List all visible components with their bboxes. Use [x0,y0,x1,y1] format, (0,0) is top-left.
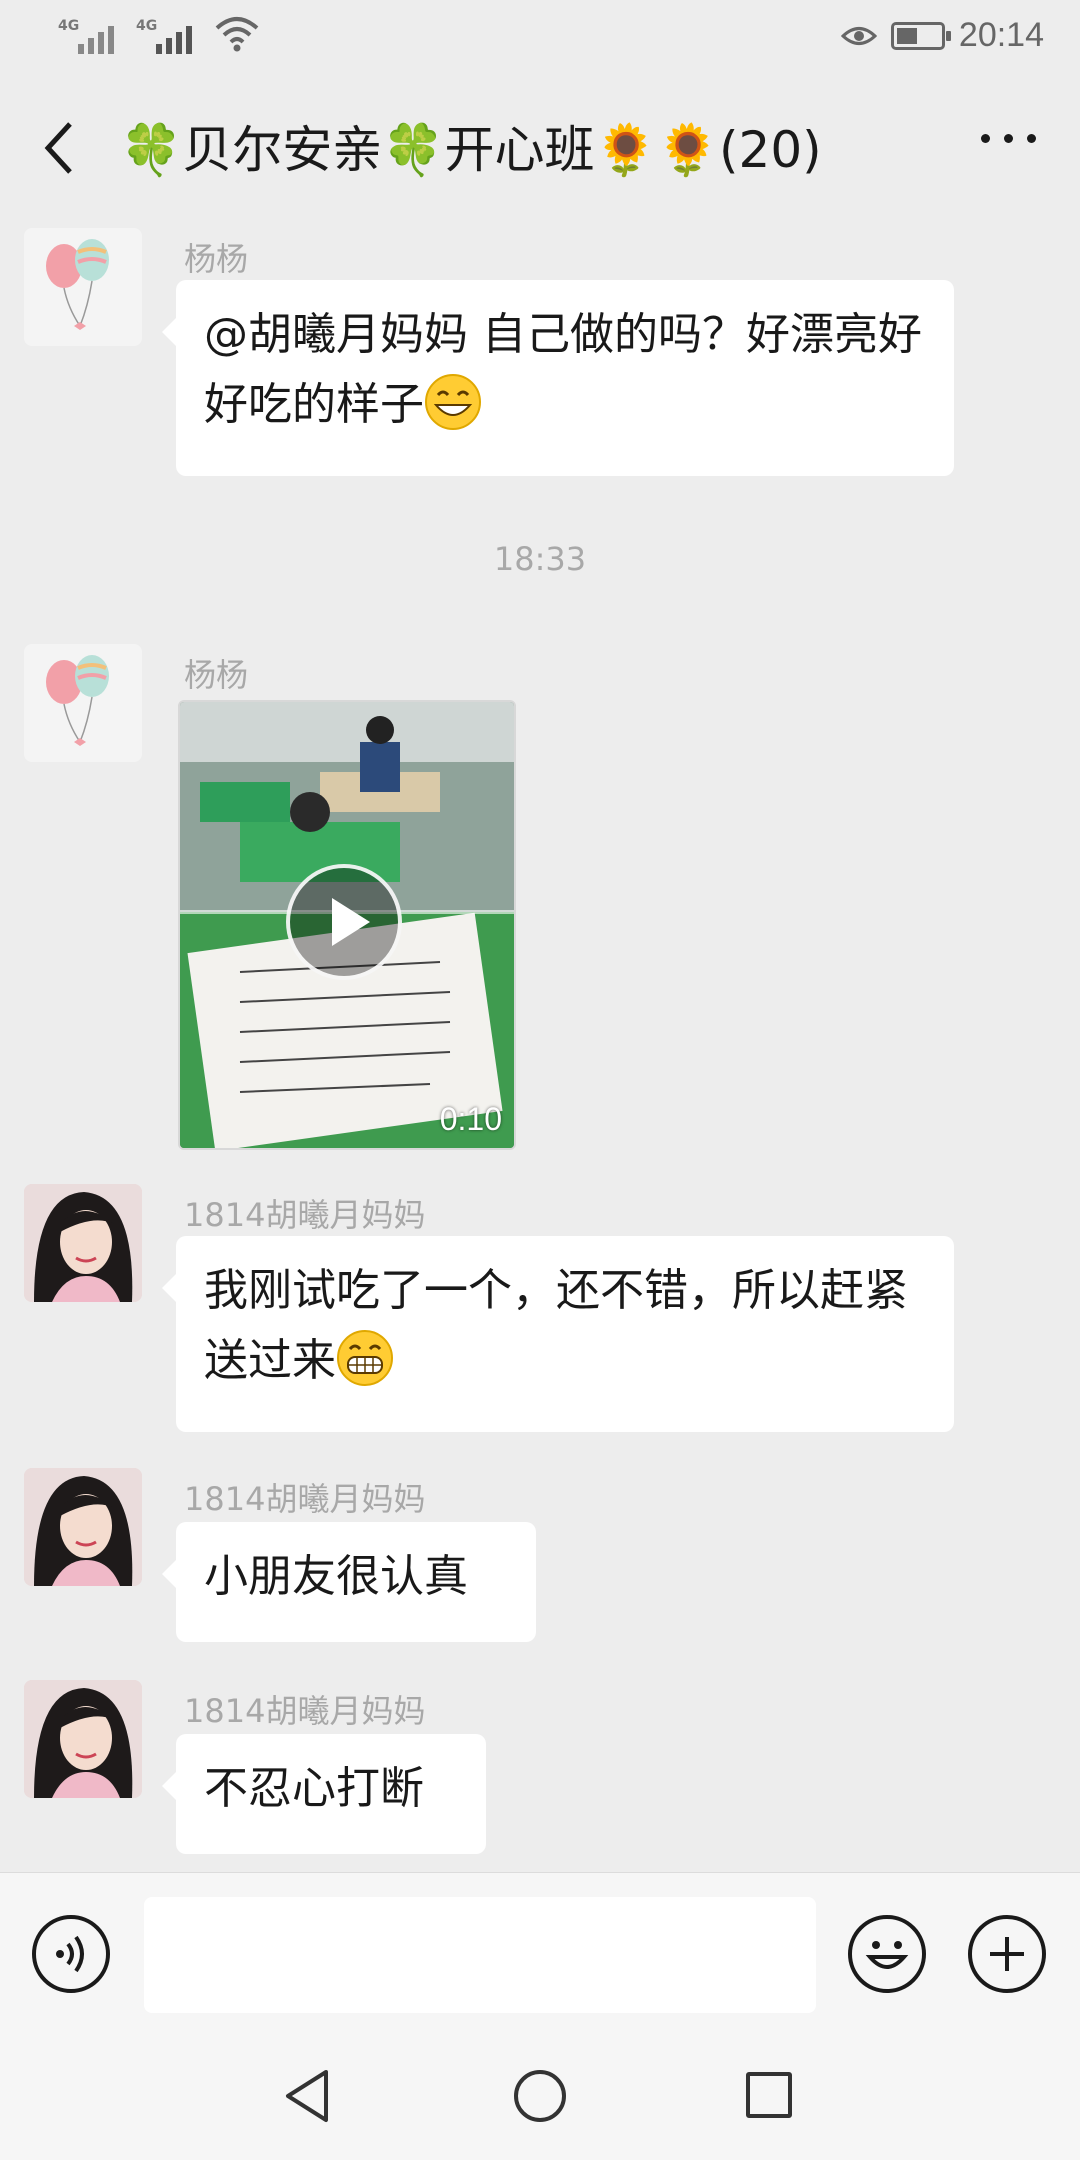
message-text: 我刚试吃了一个，还不错，所以赶紧送过来 [204,1265,908,1386]
chat-header: 🍀贝尔安亲🍀开心班🌻🌻(20) [0,72,1080,216]
video-duration: 0:10 [439,1101,502,1137]
avatar[interactable] [24,1680,142,1798]
emoji-icon[interactable] [848,1915,926,1993]
grin-emoji-icon [337,1330,393,1386]
signal-strength-icon: 4G [58,14,114,54]
signal-indicators: 4G 4G [58,14,260,54]
network-type-label: 4G [136,18,158,34]
sender-name: 1814胡曦月妈妈 [184,1692,426,1730]
sender-name: 1814胡曦月妈妈 [184,1480,426,1518]
sender-name: 杨杨 [184,656,249,694]
sender-name: 1814胡曦月妈妈 [184,1196,426,1234]
chat-title: 🍀贝尔安亲🍀开心班🌻🌻(20) [120,121,822,179]
chat-timestamp: 18:33 [493,540,587,578]
woman-avatar-icon [24,1468,142,1586]
woman-avatar-icon [24,1680,142,1798]
chevron-left-icon[interactable] [40,118,80,178]
avatar[interactable] [24,1468,142,1586]
plus-icon[interactable] [968,1915,1046,1993]
voice-icon[interactable] [32,1915,110,1993]
message-bubble[interactable]: 小朋友很认真 [162,1522,536,1642]
eye-comfort-icon [840,26,877,45]
avatar[interactable] [24,644,142,762]
sender-name: 杨杨 [184,240,249,278]
nav-back-icon[interactable] [282,2068,332,2124]
video-message[interactable]: 0:10 [178,700,516,1150]
battery-icon [890,21,951,50]
balloon-avatar-icon [46,239,109,330]
status-bar: 4G 4G 20:14 [0,0,1080,72]
network-type-label: 4G [58,18,80,34]
message-text: @胡曦月妈妈 自己做的吗？好漂亮好好吃的样子 [204,309,922,430]
avatar[interactable] [24,1184,142,1302]
message-bubble[interactable]: @胡曦月妈妈 自己做的吗？好漂亮好好吃的样子 [162,280,954,476]
more-dots-icon[interactable] [981,134,1036,143]
message-text: 小朋友很认真 [204,1551,468,1602]
nav-home-icon[interactable] [514,2070,566,2122]
message-bubble[interactable]: 不忍心打断 [162,1734,486,1854]
balloon-avatar-icon [46,655,109,746]
message-text: 不忍心打断 [204,1763,424,1814]
signal-strength-icon: 4G [136,14,192,54]
smile-emoji-icon [425,374,481,430]
status-time: 20:14 [958,16,1044,54]
avatar[interactable] [24,228,142,346]
status-right: 20:14 [840,16,1044,55]
message-bubble[interactable]: 我刚试吃了一个，还不错，所以赶紧送过来 [162,1236,954,1432]
input-bar [0,1872,1080,2033]
wifi-icon [215,17,259,52]
system-nav-bar [0,2032,1080,2160]
play-icon[interactable] [286,864,402,980]
woman-avatar-icon [24,1184,142,1302]
message-input[interactable] [144,1897,816,2013]
nav-recent-apps-icon[interactable] [746,2072,792,2118]
